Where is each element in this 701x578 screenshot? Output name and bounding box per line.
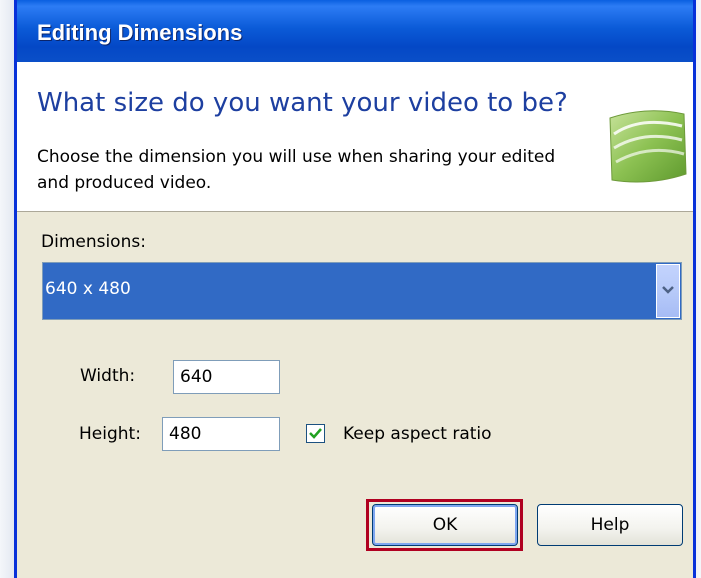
header-heading: What size do you want your video to be? [37,88,568,118]
camtasia-logo-icon [609,110,687,183]
keep-aspect-ratio-checkbox[interactable] [306,424,325,443]
width-input[interactable]: 640 [173,360,280,394]
dialog-header: What size do you want your video to be? … [17,62,693,212]
dimensions-label: Dimensions: [41,232,146,252]
width-label: Width: [80,366,136,386]
ok-button[interactable]: OK [372,504,518,546]
keep-aspect-ratio-label[interactable]: Keep aspect ratio [343,424,492,444]
dimensions-selected-value: 640 x 480 [45,279,131,299]
editing-dimensions-dialog: Editing Dimensions What size do you want… [14,0,696,578]
chevron-down-icon [662,286,674,294]
dimensions-dropdown[interactable]: 640 x 480 [42,262,682,320]
dialog-title: Editing Dimensions [37,20,243,45]
header-description: Choose the dimension you will use when s… [37,147,556,193]
height-input[interactable]: 480 [162,417,280,451]
checkmark-icon [309,428,322,439]
help-button[interactable]: Help [537,504,683,546]
height-label: Height: [79,424,141,444]
title-bar[interactable]: Editing Dimensions [17,0,693,62]
dropdown-button[interactable] [656,264,680,318]
